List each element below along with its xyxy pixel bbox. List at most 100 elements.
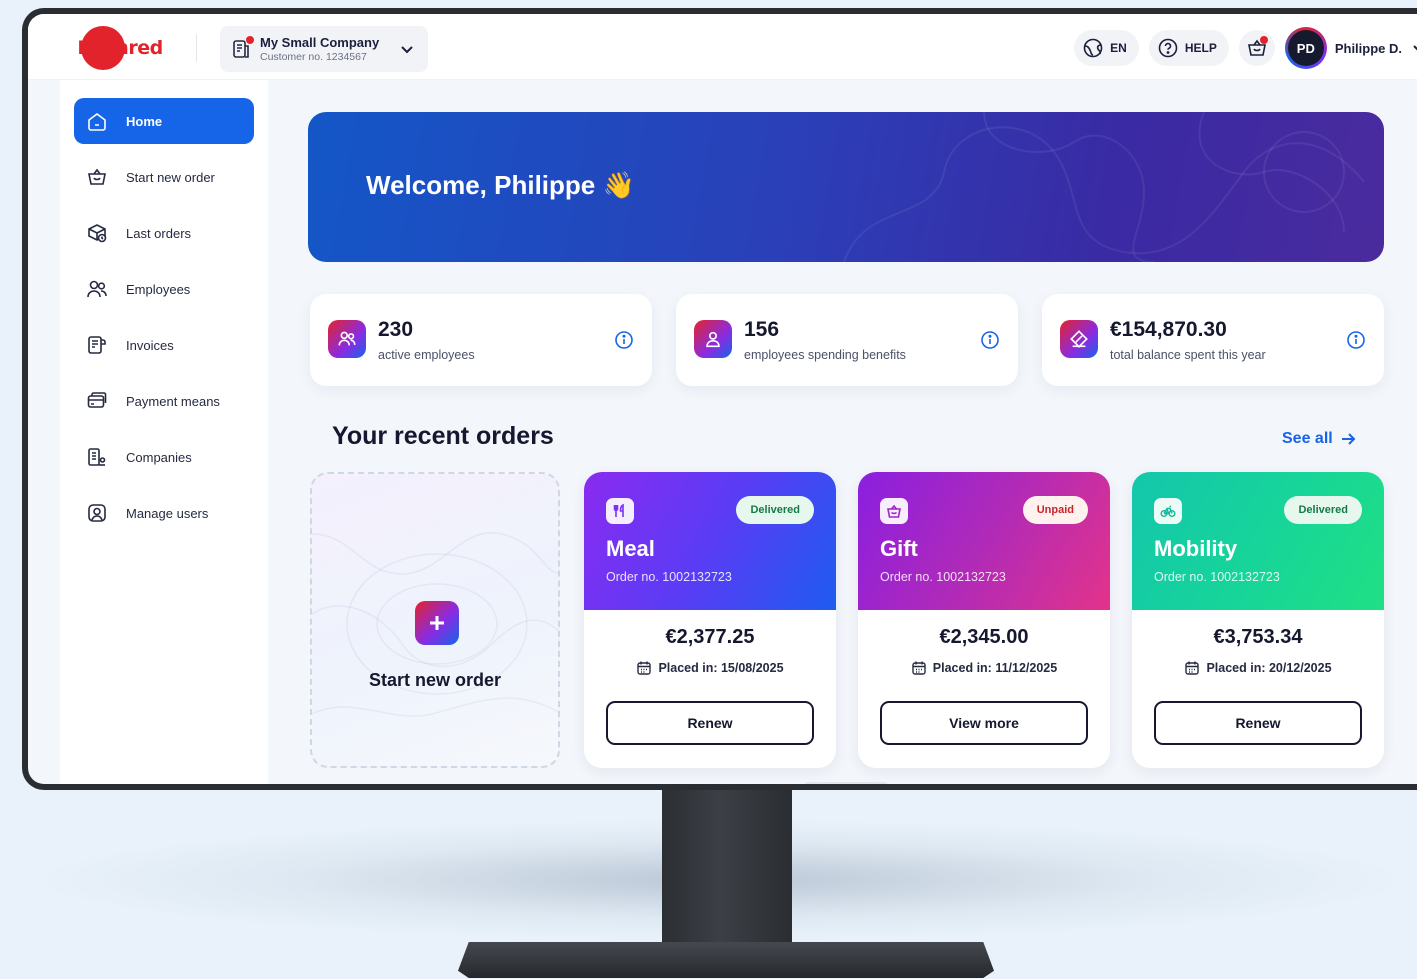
cart-button[interactable]: [1238, 30, 1275, 66]
order-card-meal: Delivered Meal Order no. 1002132723 €2,3…: [584, 472, 836, 768]
sidebar-item-companies[interactable]: Companies: [74, 434, 254, 480]
sidebar-item-label: Invoices: [126, 337, 174, 353]
company-name: My Small Company: [260, 35, 380, 50]
status-badge: Unpaid: [1022, 496, 1088, 524]
order-date: Placed in: 15/08/2025: [584, 660, 836, 676]
wave-emoji: 👋: [602, 170, 635, 200]
users-icon: [328, 320, 366, 358]
help-label: HELP: [1184, 41, 1217, 55]
sidebar-item-manage-users[interactable]: Manage users: [74, 490, 254, 536]
sidebar-item-label: Home: [126, 113, 163, 129]
order-type: Mobility: [1154, 536, 1238, 561]
welcome-title: Welcome, Philippe 👋: [366, 170, 635, 201]
basket-icon: [88, 168, 106, 185]
calendar-icon: [1185, 661, 1200, 675]
order-amount: €2,377.25: [665, 626, 755, 648]
view-more-button[interactable]: View more: [880, 701, 1088, 745]
user-name: Philippe D.: [1334, 40, 1402, 56]
sidebar-item-invoices[interactable]: Invoices: [74, 322, 254, 368]
status-badge: Delivered: [736, 496, 814, 524]
language-button[interactable]: EN: [1074, 30, 1139, 66]
box-clock-icon: [88, 224, 107, 243]
see-all-link[interactable]: See all: [1282, 430, 1357, 448]
globe-icon: [1083, 38, 1103, 58]
order-card-gift: Unpaid Gift Order no. 1002132723 €2,345.…: [858, 472, 1110, 768]
sidebar-item-label: Manage users: [126, 505, 209, 521]
cutlery-icon: [606, 498, 634, 524]
user-manage-icon: [88, 504, 106, 522]
ticket-icon: [1060, 320, 1098, 358]
order-card-header: Delivered Meal Order no. 1002132723: [584, 472, 836, 610]
card-icon: [87, 392, 107, 408]
help-icon: [1158, 38, 1178, 58]
status-badge: Delivered: [1284, 496, 1362, 524]
start-new-order-card[interactable]: Start new order: [310, 472, 560, 768]
sidebar-item-label: Employees: [126, 281, 191, 297]
sidebar-item-label: Companies: [126, 449, 192, 465]
stat-label: active employees: [378, 348, 475, 362]
order-date-text: Placed in: 11/12/2025: [932, 661, 1058, 675]
order-amount: €2,345.00: [939, 626, 1029, 648]
monitor-stand: [662, 786, 792, 961]
order-date: Placed in: 11/12/2025: [858, 660, 1110, 676]
company-icon: [230, 36, 254, 60]
order-date: Placed in: 20/12/2025: [1132, 660, 1384, 676]
info-icon[interactable]: [1346, 330, 1366, 350]
monitor: Edenred My Small Company Customer no. 12…: [22, 8, 1417, 790]
add-order-button[interactable]: [415, 601, 459, 645]
order-date-text: Placed in: 20/12/2025: [1206, 661, 1332, 675]
stat-value: €154,870.30: [1110, 318, 1227, 341]
order-amount: €3,753.34: [1213, 626, 1303, 648]
welcome-banner: Welcome, Philippe 👋: [308, 112, 1384, 262]
sidebar-item-label: Start new order: [126, 169, 215, 185]
chevron-down-icon: [1413, 45, 1417, 51]
renew-button[interactable]: Renew: [606, 701, 814, 745]
monitor-base: [458, 942, 994, 978]
avatar: PD: [1284, 27, 1327, 69]
sidebar: Home Start new order Last orders Employe…: [60, 80, 268, 784]
avatar-initials: PD: [1287, 30, 1324, 66]
header-actions: EN HELP PD Philippe D.: [1074, 27, 1417, 69]
stat-label: employees spending benefits: [744, 348, 906, 362]
arrow-right-icon: [1341, 433, 1356, 445]
invoice-icon: [88, 336, 106, 354]
gift-icon: [880, 498, 908, 524]
scrollbar[interactable]: [804, 782, 888, 784]
chevron-down-icon: [401, 46, 413, 54]
plus-icon: [430, 616, 444, 630]
order-card-header: Unpaid Gift Order no. 1002132723: [858, 472, 1110, 610]
stat-card-active-employees: 230 active employees: [310, 294, 652, 386]
info-icon[interactable]: [614, 330, 634, 350]
info-icon[interactable]: [980, 330, 1000, 350]
stat-value: 156: [744, 318, 780, 341]
notification-dot: [1259, 36, 1268, 44]
sidebar-item-label: Last orders: [126, 225, 192, 241]
help-button[interactable]: HELP: [1148, 30, 1229, 66]
user-menu[interactable]: PD Philippe D.: [1284, 27, 1417, 69]
sidebar-item-home[interactable]: Home: [74, 98, 254, 144]
calendar-icon: [637, 661, 652, 675]
divider: [196, 34, 197, 62]
customer-number: Customer no. 1234567: [260, 51, 367, 63]
order-card-mobility: Delivered Mobility Order no. 1002132723 …: [1132, 472, 1384, 768]
see-all-label: See all: [1282, 430, 1333, 447]
order-type: Gift: [880, 536, 918, 561]
company-switcher[interactable]: My Small Company Customer no. 1234567: [220, 26, 428, 72]
order-date-text: Placed in: 15/08/2025: [658, 661, 784, 675]
edenred-logo[interactable]: Edenred: [77, 26, 163, 70]
user-icon: [694, 320, 732, 358]
language-label: EN: [1110, 41, 1127, 55]
users-icon: [87, 280, 107, 298]
top-bar: Edenred My Small Company Customer no. 12…: [28, 14, 1417, 80]
sidebar-item-payment-means[interactable]: Payment means: [74, 378, 254, 424]
bike-icon: [1154, 498, 1182, 524]
stat-card-spending-employees: 156 employees spending benefits: [676, 294, 1018, 386]
sidebar-item-start-new-order[interactable]: Start new order: [74, 154, 254, 200]
order-number: Order no. 1002132723: [606, 570, 732, 584]
sidebar-item-employees[interactable]: Employees: [74, 266, 254, 312]
start-new-order-label: Start new order: [368, 670, 502, 690]
screen: Edenred My Small Company Customer no. 12…: [28, 14, 1417, 784]
sidebar-item-last-orders[interactable]: Last orders: [74, 210, 254, 256]
order-card-header: Delivered Mobility Order no. 1002132723: [1132, 472, 1384, 610]
renew-button[interactable]: Renew: [1154, 701, 1362, 745]
